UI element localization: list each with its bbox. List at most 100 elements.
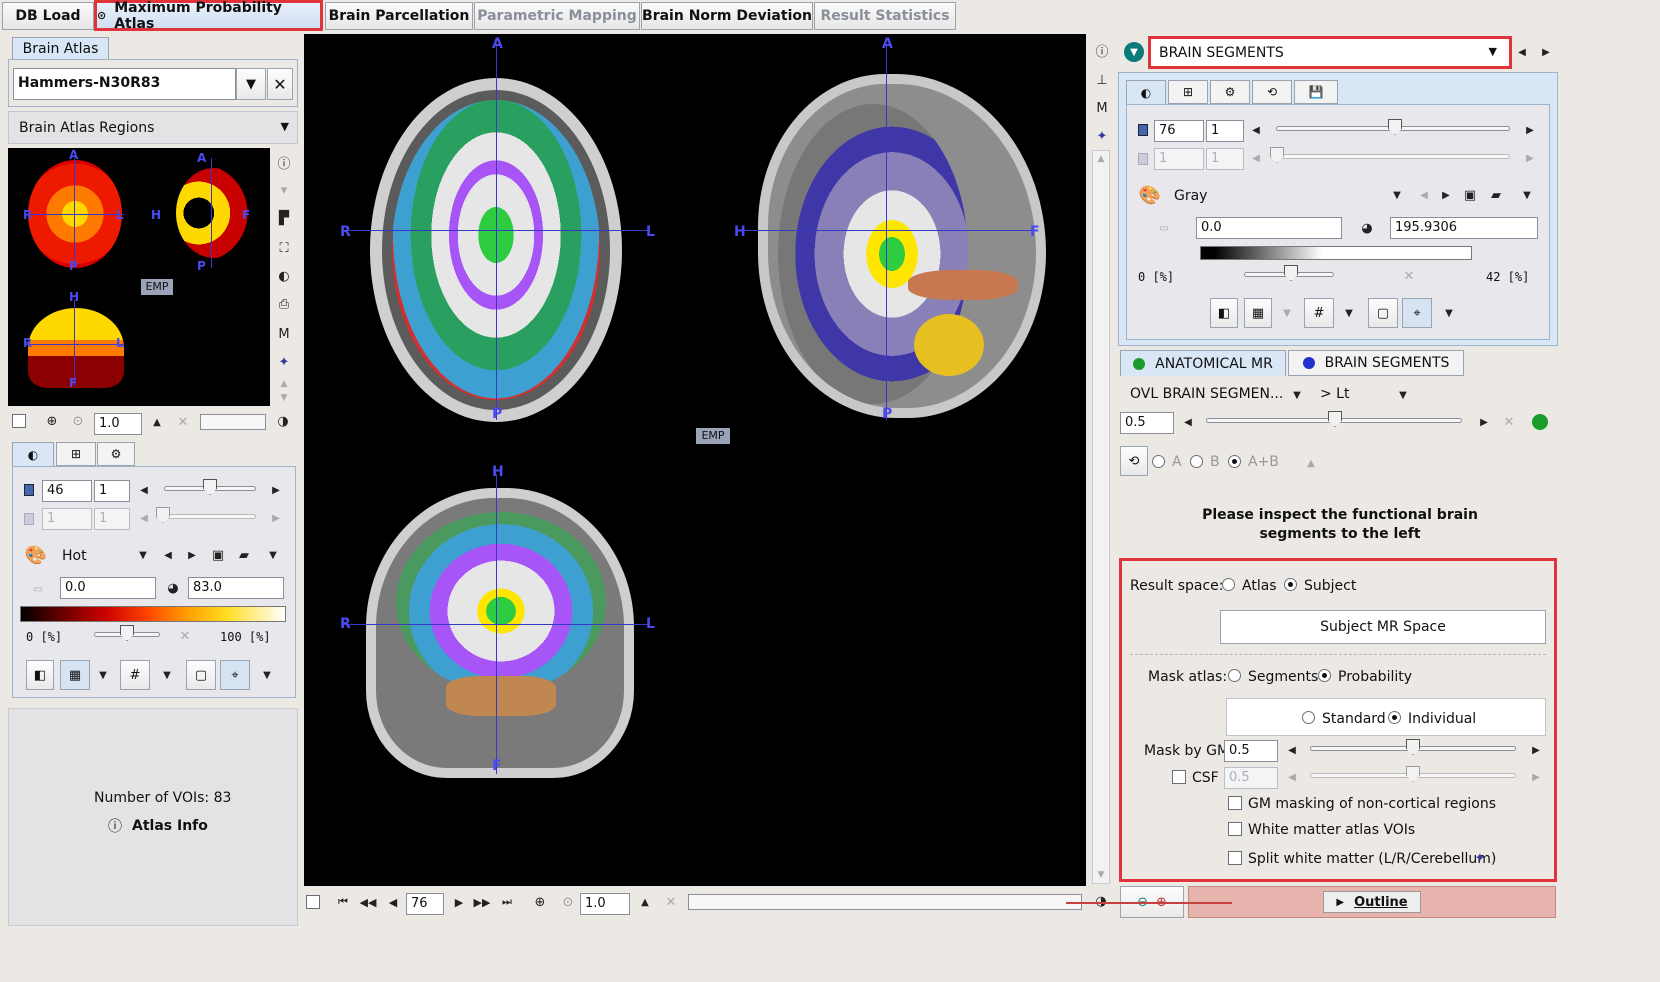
prob-individual-radio[interactable]: [1388, 711, 1401, 724]
scroll-down-icon[interactable]: ▼: [274, 392, 294, 404]
info-icon[interactable]: ⓘ: [1092, 40, 1112, 60]
ovl-knob[interactable]: [1328, 411, 1342, 427]
ovl-mode[interactable]: > Lt: [1320, 386, 1349, 402]
right-min-field[interactable]: 0.0: [1196, 217, 1342, 239]
frame-icon[interactable]: ▛: [274, 208, 294, 228]
fast-back-icon[interactable]: ◀◀: [360, 894, 377, 910]
left-max-field[interactable]: 83.0: [188, 577, 284, 599]
zoom-up-icon[interactable]: ▲: [150, 414, 164, 430]
right-outline-button[interactable]: ▢: [1368, 298, 1398, 328]
regions-select[interactable]: Brain Atlas Regions ▼: [8, 111, 298, 144]
contrast-icon[interactable]: ◐: [274, 266, 294, 286]
colormap-invert-icon[interactable]: ▣: [210, 546, 226, 564]
right-grid-button[interactable]: #: [1304, 298, 1334, 328]
atlas-info-button[interactable]: ⓘ Atlas Info: [108, 816, 208, 836]
left-outline-button[interactable]: ▢: [186, 660, 216, 690]
tab-result-statistics[interactable]: Result Statistics: [814, 2, 956, 30]
left-layout-button[interactable]: ▦: [60, 660, 90, 690]
subject-mr-space-button[interactable]: Subject MR Space: [1220, 610, 1546, 644]
tab-brain-segments[interactable]: BRAIN SEGMENTS: [1288, 350, 1464, 376]
zoom-in-icon[interactable]: ⊕: [532, 893, 548, 911]
crosshair-icon[interactable]: ✦: [1092, 126, 1112, 146]
right-step-field[interactable]: 1: [1206, 120, 1244, 142]
atlas-select[interactable]: Hammers-N30R83: [13, 68, 236, 100]
max-lock-icon[interactable]: ◕: [1358, 217, 1376, 239]
zoom-icon[interactable]: ⊙: [560, 893, 576, 911]
back-icon[interactable]: ◀: [386, 894, 400, 910]
scroll-down-icon[interactable]: ▼: [1092, 868, 1110, 882]
lut-tab-layout[interactable]: ⊞: [56, 442, 96, 466]
right-max-field[interactable]: 195.9306: [1390, 217, 1538, 239]
blend-a-radio[interactable]: [1152, 455, 1165, 468]
right-lut-tab-save[interactable]: 💾: [1294, 80, 1338, 104]
m-icon[interactable]: M: [1092, 98, 1112, 118]
lut-tab-contrast[interactable]: ◐: [12, 442, 54, 466]
pct-reset-icon[interactable]: ✕: [178, 628, 192, 644]
lut-tab-fusion[interactable]: ⚙: [97, 442, 135, 466]
viewer-sync-checkbox[interactable]: [306, 895, 320, 909]
viewer-pan-scrollbar[interactable]: [688, 894, 1082, 910]
reset-icon[interactable]: ✕: [664, 894, 678, 910]
arrow-down-icon[interactable]: ▾: [274, 180, 294, 200]
m-icon[interactable]: M: [274, 324, 294, 344]
colormap-dropdown-icon[interactable]: ▼: [136, 546, 150, 564]
series-select[interactable]: BRAIN SEGMENTS ▼: [1148, 36, 1512, 69]
ovl-next-icon[interactable]: ▶: [1478, 414, 1490, 430]
next-icon[interactable]: ▶: [270, 482, 282, 498]
thumb-sync-checkbox[interactable]: [12, 414, 26, 428]
blend-up-icon[interactable]: ▲: [1304, 456, 1318, 470]
ovl-reset-icon[interactable]: ✕: [1502, 414, 1516, 430]
ovl-value-field[interactable]: 0.5: [1120, 412, 1174, 434]
info-icon[interactable]: ⓘ: [274, 152, 294, 172]
blend-b-radio[interactable]: [1190, 455, 1203, 468]
thumb-scrollbar[interactable]: [200, 414, 266, 430]
viewer-scrollbar[interactable]: [1092, 150, 1110, 884]
scroll-up-icon[interactable]: ▲: [1092, 152, 1110, 166]
csf-checkbox[interactable]: [1172, 770, 1186, 784]
layout-dropdown-icon[interactable]: ▼: [1280, 304, 1294, 322]
outline-button[interactable]: ▶ Outline: [1188, 886, 1556, 918]
right-slice-field[interactable]: 76: [1154, 120, 1204, 142]
series-next-icon[interactable]: ▶: [1540, 44, 1552, 60]
right-tool-button[interactable]: ⌖: [1402, 298, 1432, 328]
tool-dropdown-icon[interactable]: ▼: [1442, 304, 1456, 322]
forward-icon[interactable]: ▶: [452, 894, 466, 910]
tab-db-load[interactable]: DB Load: [2, 2, 94, 30]
first-icon[interactable]: ⏮: [336, 894, 350, 910]
crosshair-icon[interactable]: ✦: [274, 352, 294, 372]
contrast-reset-icon[interactable]: ◑: [1092, 892, 1110, 910]
prev-icon[interactable]: ◀: [138, 482, 150, 498]
colormap-dropdown-icon[interactable]: ▼: [1390, 186, 1404, 204]
prob-standard-radio[interactable]: [1302, 711, 1315, 724]
right-lut-tab-layout[interactable]: ⊞: [1168, 80, 1208, 104]
zoom-in-icon[interactable]: ⊕: [44, 412, 60, 430]
colormap-prev-icon[interactable]: ◀: [1418, 186, 1430, 204]
colormap-more-icon[interactable]: ▼: [1520, 186, 1534, 204]
ovl-dropdown-icon[interactable]: ▼: [1290, 386, 1304, 404]
palette-icon[interactable]: 🎨: [1138, 184, 1162, 206]
gm-prev-icon[interactable]: ◀: [1286, 742, 1298, 758]
wm-atlas-checkbox[interactable]: [1228, 822, 1242, 836]
palette-icon[interactable]: 🎨: [24, 544, 48, 566]
fit-icon[interactable]: ⛶: [274, 238, 294, 258]
fast-forward-icon[interactable]: ▶▶: [474, 894, 491, 910]
mask-gm-field[interactable]: 0.5: [1224, 740, 1278, 762]
right-lut-tab-contrast[interactable]: ◐: [1126, 80, 1166, 104]
result-space-subject-radio[interactable]: [1284, 578, 1297, 591]
mask-segments-radio[interactable]: [1228, 669, 1241, 682]
atlas-close-button[interactable]: ✕: [267, 68, 293, 100]
colormap-more-icon[interactable]: ▼: [266, 546, 280, 564]
tab-brain-parcellation[interactable]: Brain Parcellation: [325, 2, 473, 30]
reset-icon[interactable]: ✕: [176, 414, 190, 430]
colormap-prev-icon[interactable]: ◀: [162, 546, 174, 564]
crosshair-icon[interactable]: ✦: [1472, 850, 1488, 866]
colormap-next-icon[interactable]: ▶: [1440, 186, 1452, 204]
colormap-invert-icon[interactable]: ▣: [1462, 186, 1478, 204]
tab-maximum-probability-atlas[interactable]: ⊙ Maximum Probability Atlas: [94, 0, 323, 32]
last-icon[interactable]: ⏭: [500, 894, 514, 910]
left-tool-button[interactable]: ⌖: [220, 660, 250, 690]
ovl-color-icon[interactable]: [1532, 414, 1548, 430]
grid-dropdown-icon[interactable]: ▼: [160, 666, 174, 684]
zoom-icon[interactable]: ⊙: [70, 412, 86, 430]
next-icon[interactable]: ▶: [1524, 122, 1536, 138]
